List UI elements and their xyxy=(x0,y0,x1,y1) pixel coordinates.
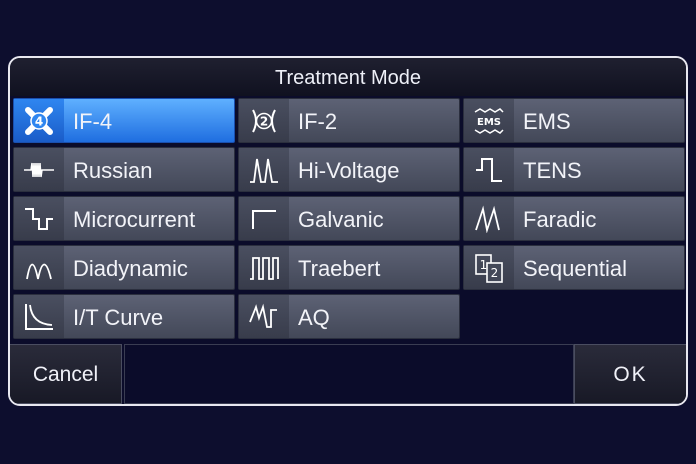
svg-text:2: 2 xyxy=(260,114,268,128)
mode-label: Faradic xyxy=(523,207,597,232)
dialog-footer: Cancel OK xyxy=(10,344,686,404)
mode-label: Traebert xyxy=(298,256,381,281)
mode-label: IF-2 xyxy=(298,109,338,134)
tens-icon xyxy=(464,148,514,191)
mode-button-faradic[interactable]: Faradic xyxy=(463,196,685,241)
mode-label: Diadynamic xyxy=(73,256,188,281)
mode-button-russian[interactable]: Russian xyxy=(13,147,235,192)
sequential-icon: 1 2 xyxy=(464,246,514,289)
hi-voltage-icon xyxy=(239,148,289,191)
svg-text:1: 1 xyxy=(480,258,488,272)
galvanic-icon xyxy=(239,197,289,240)
mode-label: IF-4 xyxy=(73,109,113,134)
mode-button-aq[interactable]: AQ xyxy=(238,294,460,339)
mode-button-galvanic[interactable]: Galvanic xyxy=(238,196,460,241)
mode-button-diadynamic[interactable]: Diadynamic xyxy=(13,245,235,290)
mode-label: Hi-Voltage xyxy=(298,158,400,183)
mode-button-hi-voltage[interactable]: Hi-Voltage xyxy=(238,147,460,192)
svg-text:2: 2 xyxy=(491,266,499,280)
mode-button-microcurrent[interactable]: Microcurrent xyxy=(13,196,235,241)
faradic-icon xyxy=(464,197,514,240)
dialog-title: Treatment Mode xyxy=(10,58,686,96)
it-curve-icon xyxy=(14,295,64,338)
mode-button-traebert[interactable]: Traebert xyxy=(238,245,460,290)
mode-button-sequential[interactable]: 1 2 Sequential xyxy=(463,245,685,290)
if4-icon: 4 xyxy=(14,99,64,142)
if2-icon: 2 xyxy=(239,99,289,142)
diadynamic-icon xyxy=(14,246,64,289)
aq-icon xyxy=(239,295,289,338)
mode-grid: 4 IF-4 2 IF-2 EMS EMS Russian Hi-Voltage… xyxy=(13,98,685,339)
ems-icon: EMS xyxy=(464,99,514,142)
cancel-button[interactable]: Cancel xyxy=(10,344,122,404)
mode-label: AQ xyxy=(298,305,330,330)
mode-label: TENS xyxy=(523,158,582,183)
svg-text:EMS: EMS xyxy=(477,117,501,128)
ok-button[interactable]: OK xyxy=(574,344,686,404)
mode-button-tens[interactable]: TENS xyxy=(463,147,685,192)
traebert-icon xyxy=(239,246,289,289)
mode-label: Galvanic xyxy=(298,207,384,232)
mode-button-if-4[interactable]: 4 IF-4 xyxy=(13,98,235,143)
footer-spacer xyxy=(124,344,574,404)
mode-label: EMS xyxy=(523,109,571,134)
mode-label: Russian xyxy=(73,158,153,183)
mode-button-it-curve[interactable]: I/T Curve xyxy=(13,294,235,339)
mode-label: I/T Curve xyxy=(73,305,164,330)
russian-icon xyxy=(14,148,64,191)
mode-button-ems[interactable]: EMS EMS xyxy=(463,98,685,143)
treatment-mode-dialog: Treatment Mode 4 IF-4 2 IF-2 EMS EMS Rus… xyxy=(8,56,688,406)
svg-text:4: 4 xyxy=(35,114,43,128)
mode-label: Sequential xyxy=(523,256,627,281)
microcurrent-icon xyxy=(14,197,64,240)
mode-label: Microcurrent xyxy=(73,207,196,232)
mode-button-if-2[interactable]: 2 IF-2 xyxy=(238,98,460,143)
